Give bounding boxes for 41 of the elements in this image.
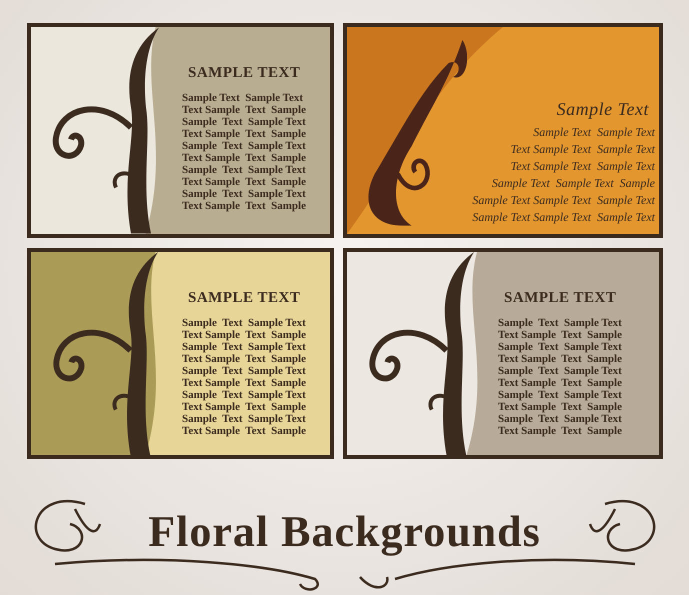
text-line: Sample Text Sample Text (182, 389, 307, 401)
text-line: Sample Text Sample Text (182, 92, 304, 104)
text-line: Sample Text Sample Text (498, 389, 623, 401)
text-line: Text Sample Text Sample (182, 128, 307, 140)
text-line: Sample Text Sample Text Sample (492, 175, 655, 192)
text-line: Text Sample Text Sample (182, 152, 307, 164)
card-title: Sample Text (556, 99, 649, 120)
text-line: Text Sample Text Sample (498, 401, 623, 413)
text-line: Text Sample Text Sample (498, 425, 623, 437)
text-line: Text Sample Text Sample (182, 425, 307, 437)
text-line: Sample Text Sample Text Sample Text (472, 192, 655, 209)
card-title: SAMPLE TEXT (188, 290, 302, 307)
text-line: Sample Text Sample Text (182, 116, 307, 128)
text-line: Sample Text Sample Text (498, 365, 623, 377)
text-line: Sample Text Sample Text (182, 188, 307, 200)
text-line: Text Sample Text Sample (182, 104, 307, 116)
card-title: SAMPLE TEXT (504, 290, 618, 307)
text-line: Text Sample Text Sample (182, 353, 307, 365)
text-line: Sample Text Sample Text (182, 140, 307, 152)
text-line: Sample Text Sample Text (182, 164, 307, 176)
text-line: Sample Text Sample Text (498, 317, 623, 329)
text-line: Sample Text Sample Text (182, 341, 307, 353)
heading: Floral Backgrounds (148, 506, 541, 557)
text-line: Text Sample Text Sample (182, 329, 307, 341)
text-line: Sample Text Sample Text Sample Text (472, 209, 655, 226)
text-line: Text Sample Text Sample Text (510, 158, 655, 175)
text-line: Sample Text Sample Text (498, 341, 623, 353)
text-line: Text Sample Text Sample (182, 401, 307, 413)
text-line: Text Sample Text Sample Text (510, 141, 655, 158)
text-line: Sample Text Sample Text (182, 317, 307, 329)
text-line: Sample Text Sample Text (533, 124, 655, 141)
text-line: Text Sample Text Sample (498, 353, 623, 365)
text-line: Sample Text Sample Text (182, 413, 307, 425)
text-line: Text Sample Text Sample (498, 329, 623, 341)
text-line: Sample Text Sample Text (498, 413, 623, 425)
text-line: Text Sample Text Sample (182, 176, 307, 188)
text-line: Text Sample Text Sample (498, 377, 623, 389)
text-line: Text Sample Text Sample (182, 200, 307, 212)
card-title: SAMPLE TEXT (188, 65, 302, 82)
text-line: Text Sample Text Sample (182, 377, 307, 389)
text-line: Sample Text Sample Text (182, 365, 307, 377)
